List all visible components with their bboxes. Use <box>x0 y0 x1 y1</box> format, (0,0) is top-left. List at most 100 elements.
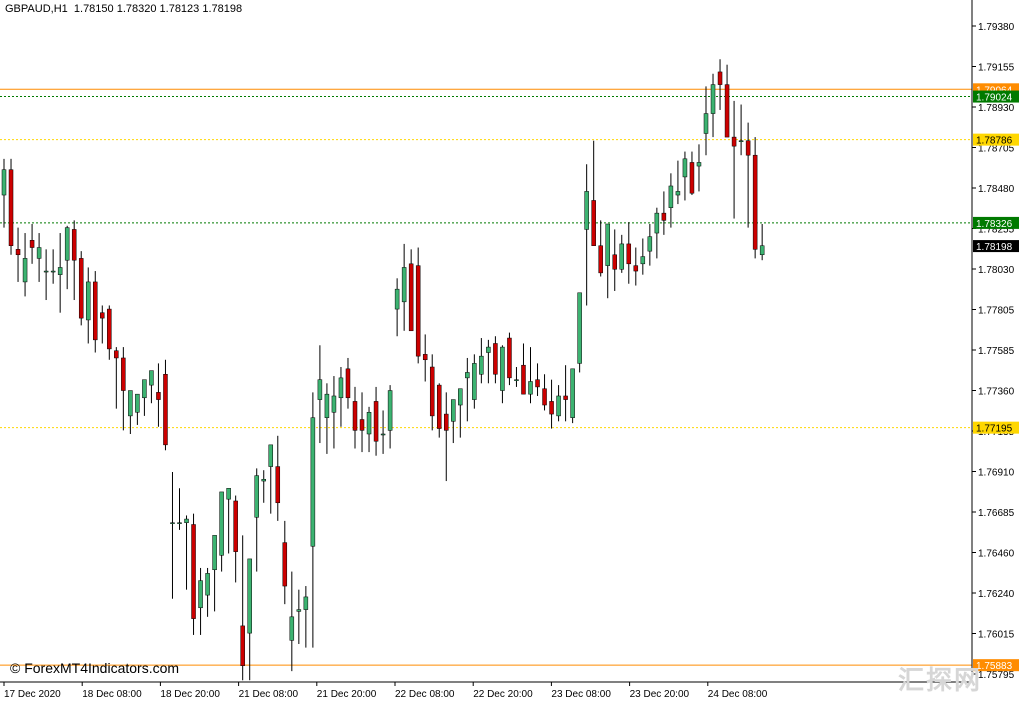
candle-bullish <box>296 609 302 612</box>
candle-bullish <box>654 212 660 234</box>
candle-bullish <box>170 522 175 524</box>
candle-bearish <box>107 308 112 350</box>
candle-bullish <box>577 292 582 364</box>
watermark-logo: 汇探网 <box>898 665 983 695</box>
candle-bullish <box>268 444 274 467</box>
candle-bullish <box>479 355 484 375</box>
candle-bearish <box>8 169 14 246</box>
candle-bullish <box>22 258 28 283</box>
symbol-header: GBPAUD,H1 1.78150 1.78320 1.78123 1.7819… <box>5 3 242 15</box>
symbol-label: GBPAUD,H1 <box>5 3 68 15</box>
candle-bearish <box>507 337 512 379</box>
time-tick-label: 23 Dec 20:00 <box>630 689 690 700</box>
candle-bullish <box>219 491 224 556</box>
time-tick-label: 24 Dec 08:00 <box>708 689 768 700</box>
time-tick-label: 21 Dec 20:00 <box>317 689 377 700</box>
candle-bearish <box>724 84 730 138</box>
price-tag-label: 1.78326 <box>976 219 1013 230</box>
candle-bearish <box>661 212 667 221</box>
candle-bearish <box>415 265 421 357</box>
price-tick-label: 1.78030 <box>978 265 1015 276</box>
candle-bullish <box>528 381 533 395</box>
candle-bullish <box>394 288 400 310</box>
candle-bearish <box>15 249 21 256</box>
candle-bullish <box>254 475 259 518</box>
candle-bearish <box>444 413 449 431</box>
price-tick-label: 1.78480 <box>978 184 1015 195</box>
candle-bullish <box>682 158 688 178</box>
candle-bullish <box>310 417 316 547</box>
candle-bearish <box>752 154 758 250</box>
candle-bearish <box>731 136 737 147</box>
chart-area[interactable]: 1.79380 1.79155 1.78930 1.78705 1.78480 1.782… <box>0 0 1024 704</box>
candle-bearish <box>493 343 498 375</box>
candle-bullish <box>451 399 456 422</box>
candle-bearish <box>114 350 119 359</box>
candle-bullish <box>556 395 561 417</box>
candle-bearish <box>626 243 632 265</box>
candlestick-chart[interactable]: 1.793801.791551.789301.787051.784801.782… <box>0 0 1024 704</box>
time-tick-label: 18 Dec 20:00 <box>160 689 220 700</box>
candle-bullish <box>247 558 252 634</box>
candle-bullish <box>1 169 7 196</box>
candle-bullish <box>198 580 203 609</box>
time-tick-label: 17 Dec 2020 <box>4 689 61 700</box>
time-tick-label: 22 Dec 08:00 <box>395 689 455 700</box>
candle-bearish <box>689 162 695 194</box>
candle-bearish <box>542 388 547 406</box>
candle-bearish <box>359 419 365 431</box>
candle-bullish <box>338 377 344 399</box>
candle-bearish <box>717 71 723 85</box>
candle-bullish <box>401 267 407 303</box>
candle-bearish <box>422 354 428 361</box>
candle-bullish <box>514 379 519 381</box>
candle-bearish <box>78 258 84 319</box>
time-tick-label: 18 Dec 08:00 <box>82 689 142 700</box>
time-tick-label: 21 Dec 08:00 <box>239 689 299 700</box>
price-tick-label: 1.77805 <box>978 306 1015 317</box>
candle-bullish <box>261 478 266 482</box>
candle-bearish <box>93 281 98 341</box>
candle-bearish <box>535 379 540 388</box>
candle-bearish <box>549 401 554 415</box>
price-tag-label: 1.78198 <box>976 242 1013 253</box>
price-tick-label: 1.76460 <box>978 549 1015 560</box>
candle-bearish <box>240 625 245 666</box>
price-tag-label: 1.79024 <box>976 93 1013 104</box>
candle-bullish <box>184 518 189 523</box>
candle-bullish <box>387 390 393 431</box>
candle-bearish <box>156 392 161 400</box>
candle-bullish <box>317 379 323 400</box>
candle-bullish <box>710 84 716 114</box>
candle-bullish <box>675 191 681 196</box>
candle-bearish <box>191 524 196 619</box>
candle-bearish <box>233 500 238 552</box>
candle-bullish <box>619 243 625 270</box>
price-tag-label: 1.77195 <box>976 424 1013 435</box>
price-tick-label: 1.79155 <box>978 63 1015 74</box>
candle-bullish <box>212 535 217 571</box>
candle-bullish <box>43 270 49 273</box>
price-tick-label: 1.76685 <box>978 508 1015 519</box>
candle-bearish <box>71 229 77 261</box>
candle-bearish <box>633 265 639 272</box>
candle-bullish <box>85 281 91 321</box>
price-tick-label: 1.77585 <box>978 346 1015 357</box>
candle-bullish <box>472 363 477 400</box>
candle-bullish <box>668 185 674 208</box>
candle-bullish <box>177 522 182 524</box>
candle-bearish <box>745 140 751 156</box>
candle-bullish <box>303 596 309 610</box>
price-tick-label: 1.77360 <box>978 387 1015 398</box>
candle-bullish <box>703 113 709 134</box>
candle-bearish <box>100 312 105 319</box>
candle-bearish <box>282 542 288 587</box>
price-tag-label: 1.78786 <box>976 136 1013 147</box>
candle-bullish <box>50 270 56 273</box>
candle-bullish <box>486 346 491 353</box>
candle-bullish <box>500 346 505 391</box>
candle-bearish <box>612 254 617 270</box>
candle-bearish <box>408 263 414 332</box>
candle-bullish <box>149 370 154 386</box>
candle-bearish <box>121 357 126 391</box>
